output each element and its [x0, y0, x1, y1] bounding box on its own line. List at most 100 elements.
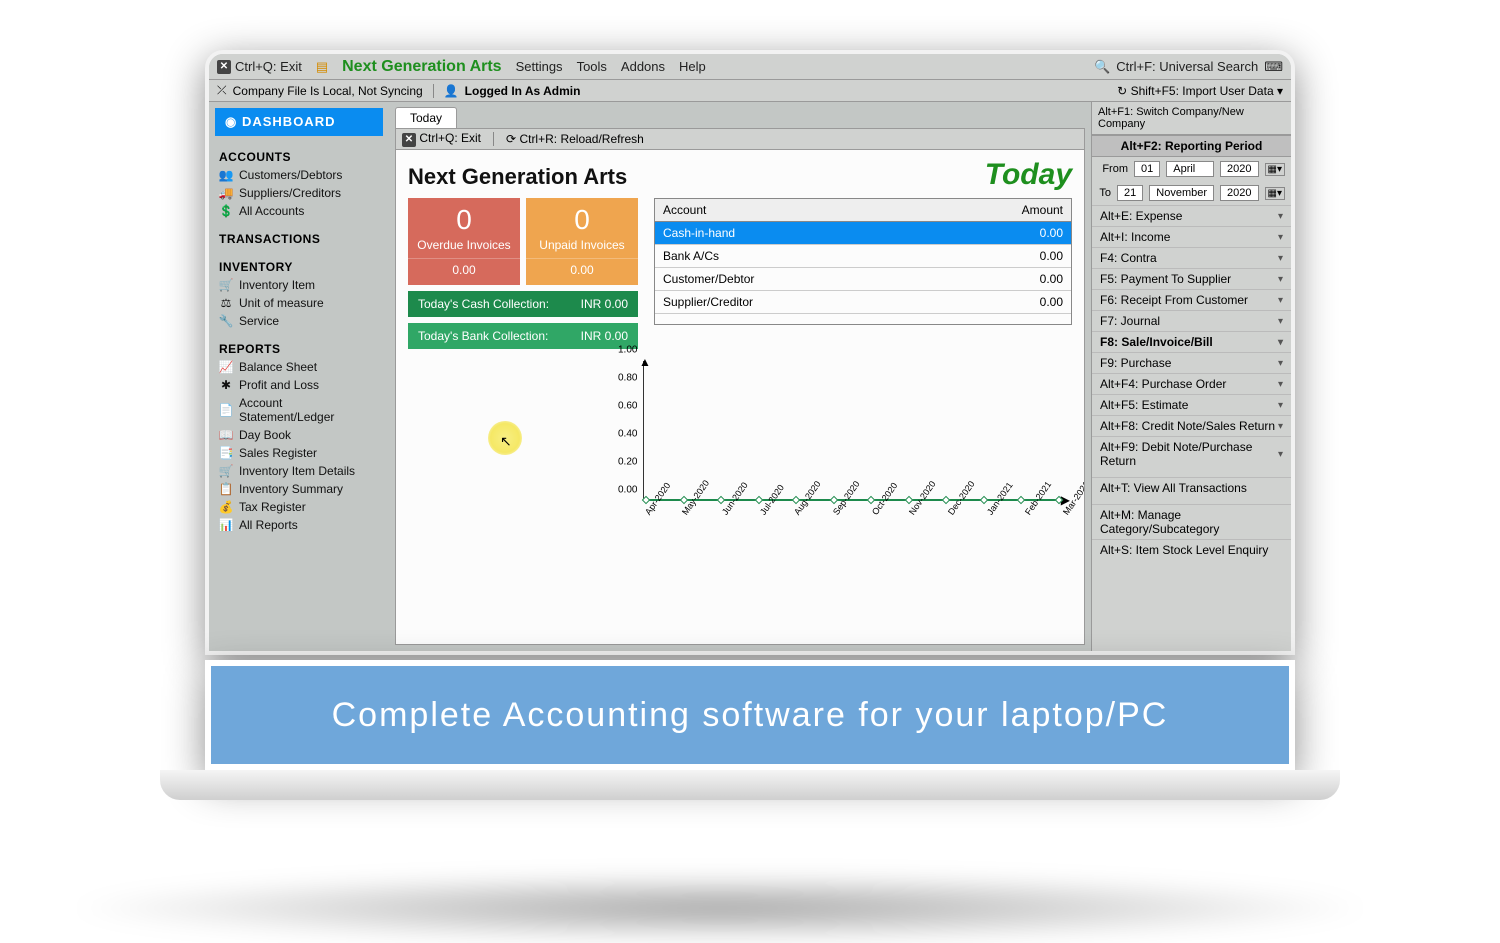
sidebar-item[interactable]: ⚖Unit of measure [215, 294, 383, 312]
sidebar-item[interactable]: 💰Tax Register [215, 498, 383, 516]
sidebar-item[interactable]: 📈Balance Sheet [215, 358, 383, 376]
shortcut-row[interactable]: F5: Payment To Supplier▾ [1092, 268, 1291, 289]
toolbar-reload[interactable]: ⟳ Ctrl+R: Reload/Refresh [506, 132, 644, 146]
col-amount: Amount [926, 199, 1071, 222]
side-head: TRANSACTIONS [215, 230, 383, 248]
sidebar-dashboard[interactable]: ◉ DASHBOARD [215, 108, 383, 136]
shortcut-row[interactable]: F8: Sale/Invoice/Bill▾ [1092, 331, 1291, 352]
chevron-down-icon: ▾ [1278, 449, 1283, 460]
chevron-down-icon: ▾ [1278, 274, 1283, 285]
item-icon: 💰 [219, 500, 233, 514]
item-icon: 💲 [219, 204, 233, 218]
menu-addons[interactable]: Addons [621, 59, 665, 74]
sidebar-item[interactable]: ✱Profit and Loss [215, 376, 383, 394]
app-title: Next Generation Arts [342, 58, 501, 76]
cash-collection: Today's Cash Collection:INR 0.00 [408, 291, 638, 317]
import-user-data[interactable]: Shift+F5: Import User Data [1131, 84, 1274, 98]
sync-status: Company File Is Local, Not Syncing [233, 84, 423, 98]
chart: ▲▶ 0.000.200.400.600.801.00 Apr-2020May-… [618, 361, 1072, 541]
dashboard-icon: ◉ [225, 114, 237, 129]
shortcut-row[interactable]: F6: Receipt From Customer▾ [1092, 289, 1291, 310]
sidebar-item[interactable]: 🛒Inventory Item Details [215, 462, 383, 480]
sidebar-item[interactable]: 📄Account Statement/Ledger [215, 394, 383, 426]
col-account: Account [655, 199, 926, 222]
login-status: Logged In As Admin [465, 84, 581, 98]
menu-help[interactable]: Help [679, 59, 706, 74]
item-icon: ✱ [219, 378, 233, 392]
close-icon: ✕ [217, 60, 231, 74]
tab-today[interactable]: Today [395, 107, 457, 128]
shortcuts-panel: Alt+F1: Switch Company/New Company Alt+F… [1091, 102, 1291, 651]
chevron-down-icon: ▾ [1278, 379, 1283, 390]
sidebar-item[interactable]: 📋Inventory Summary [215, 480, 383, 498]
universal-search[interactable]: Ctrl+F: Universal Search [1116, 59, 1258, 74]
table-row[interactable]: Supplier/Creditor0.00 [655, 291, 1071, 314]
item-icon: 📑 [219, 446, 233, 460]
sidebar-item[interactable]: 🔧Service [215, 312, 383, 330]
sidebar-item[interactable]: 🚚Suppliers/Creditors [215, 184, 383, 202]
chevron-down-icon: ▾ [1278, 400, 1283, 411]
item-icon: 🔧 [219, 314, 233, 328]
sidebar-item[interactable]: 🛒Inventory Item [215, 276, 383, 294]
today-label: Today [985, 158, 1072, 192]
status-bar: ⤫ Company File Is Local, Not Syncing 👤 L… [209, 80, 1291, 102]
shortcut-row[interactable]: F4: Contra▾ [1092, 247, 1291, 268]
close-icon: ✕ [402, 133, 416, 147]
side-head: REPORTS [215, 340, 383, 358]
user-icon: 👤 [444, 84, 459, 98]
chevron-down-icon: ▾ [1278, 211, 1283, 222]
menu-settings[interactable]: Settings [516, 59, 563, 74]
sidebar-item[interactable]: 📑Sales Register [215, 444, 383, 462]
sync-icon: ⤫ [217, 83, 227, 98]
bank-collection: Today's Bank Collection:INR 0.00 [408, 323, 638, 349]
to-date[interactable]: To 21 November 2020 ▦▾ [1092, 181, 1291, 205]
item-icon: 📊 [219, 518, 233, 532]
toolbar-exit[interactable]: ✕ Ctrl+Q: Exit [402, 131, 481, 147]
shortcut-row[interactable]: Alt+E: Expense▾ [1092, 205, 1291, 226]
chevron-down-icon: ▾ [1278, 316, 1283, 327]
sidebar: ◉ DASHBOARD ACCOUNTS👥Customers/Debtors🚚S… [209, 102, 389, 651]
chevron-down-icon: ▾ [1278, 337, 1283, 348]
calendar-icon[interactable]: ▦▾ [1265, 187, 1285, 200]
tile-overdue[interactable]: 0 Overdue Invoices 0.00 [408, 198, 520, 285]
item-icon: 🛒 [219, 464, 233, 478]
main-area: Today ✕ Ctrl+Q: Exit ⟳ Ctrl+R: Reload/Re… [389, 102, 1091, 651]
menu-bar: ✕Ctrl+Q: Exit ▤ Next Generation Arts Set… [209, 54, 1291, 80]
sidebar-item[interactable]: 💲All Accounts [215, 202, 383, 220]
shortcut-row[interactable]: Alt+F8: Credit Note/Sales Return▾ [1092, 415, 1291, 436]
shortcut-row[interactable]: Alt+F5: Estimate▾ [1092, 394, 1291, 415]
table-row[interactable]: Customer/Debtor0.00 [655, 268, 1071, 291]
side-head: ACCOUNTS [215, 148, 383, 166]
refresh-icon: ⟳ [506, 132, 516, 146]
reporting-period-head: Alt+F2: Reporting Period [1092, 135, 1291, 157]
shortcut-row[interactable]: F9: Purchase▾ [1092, 352, 1291, 373]
cursor-highlight: ↖ [408, 361, 618, 541]
sidebar-item[interactable]: 👥Customers/Debtors [215, 166, 383, 184]
sidebar-item[interactable]: 📖Day Book [215, 426, 383, 444]
table-row[interactable]: Bank A/Cs0.00 [655, 245, 1071, 268]
shortcut-row[interactable]: Alt+F4: Purchase Order▾ [1092, 373, 1291, 394]
shortcut-row[interactable]: Alt+T: View All Transactions [1092, 477, 1291, 498]
tile-unpaid[interactable]: 0 Unpaid Invoices 0.00 [526, 198, 638, 285]
chevron-down-icon: ▾ [1278, 232, 1283, 243]
search-icon: 🔍 [1094, 59, 1110, 75]
sidebar-item[interactable]: 📊All Reports [215, 516, 383, 534]
chevron-down-icon: ▾ [1278, 295, 1283, 306]
from-date[interactable]: From 01 April 2020 ▦▾ [1092, 157, 1291, 181]
exit-shortcut[interactable]: ✕Ctrl+Q: Exit [217, 59, 302, 74]
shortcut-row[interactable]: Alt+I: Income▾ [1092, 226, 1291, 247]
account-table[interactable]: AccountAmount Cash-in-hand0.00Bank A/Cs0… [654, 198, 1072, 325]
menu-tools[interactable]: Tools [577, 59, 607, 74]
shortcut-row[interactable]: F7: Journal▾ [1092, 310, 1291, 331]
shortcut-row[interactable]: Alt+S: Item Stock Level Enquiry [1092, 539, 1291, 560]
item-icon: 🚚 [219, 186, 233, 200]
calendar-icon[interactable]: ▦▾ [1265, 163, 1285, 176]
cursor-icon: ↖ [500, 433, 512, 450]
table-row[interactable]: Cash-in-hand0.00 [655, 222, 1071, 245]
switch-company[interactable]: Alt+F1: Switch Company/New Company [1092, 102, 1291, 135]
shortcut-row[interactable]: Alt+M: Manage Category/Subcategory [1092, 504, 1291, 539]
item-icon: 📈 [219, 360, 233, 374]
keyboard-icon[interactable]: ⌨ [1264, 59, 1283, 75]
promo-banner: Complete Accounting software for your la… [205, 660, 1295, 770]
shortcut-row[interactable]: Alt+F9: Debit Note/Purchase Return▾ [1092, 436, 1291, 471]
